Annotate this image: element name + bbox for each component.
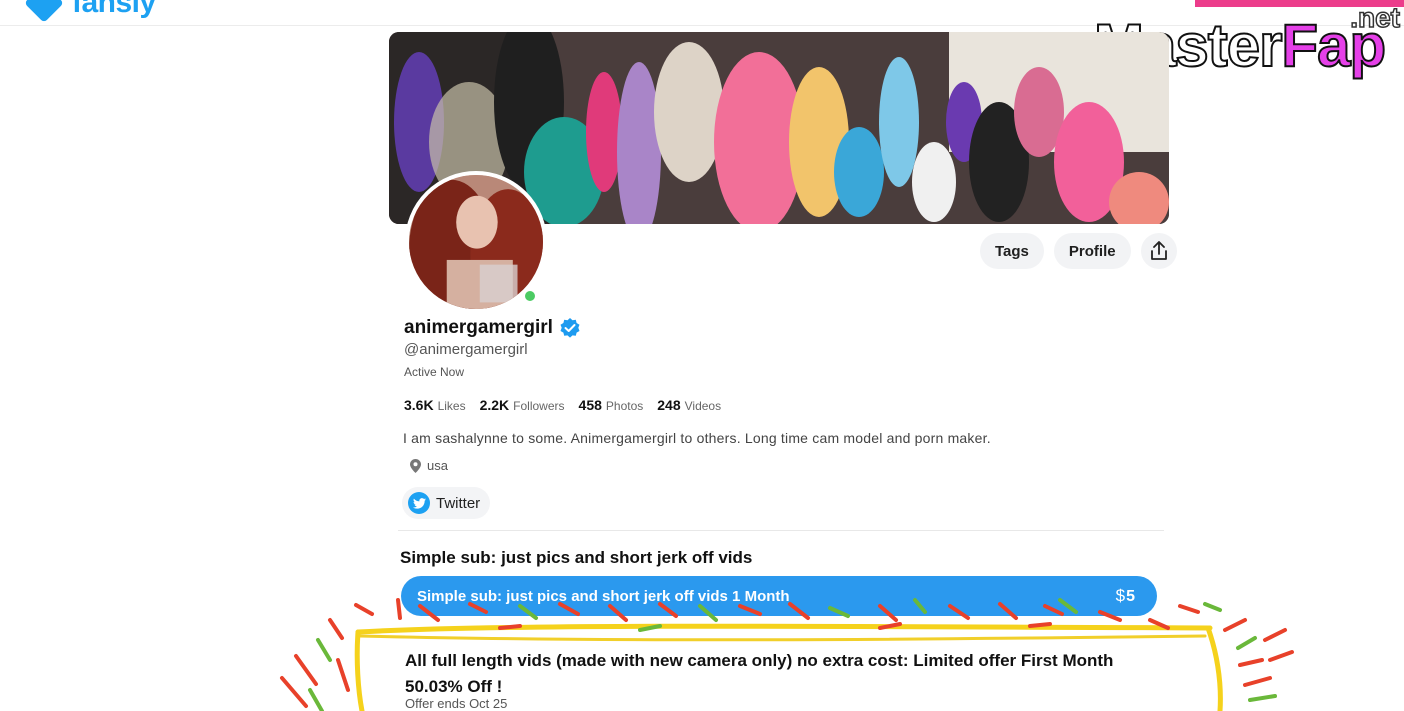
subscription-tier-title: Simple sub: just pics and short jerk off…: [400, 548, 753, 567]
username-handle: @animergamergirl: [404, 341, 528, 358]
avatar-image: [409, 175, 543, 309]
location-pin-icon: [410, 458, 421, 473]
subscribe-plan-button[interactable]: Simple sub: just pics and short jerk off…: [401, 576, 1157, 616]
online-status-dot: [522, 288, 538, 304]
site-logo[interactable]: fansly: [24, 0, 156, 23]
twitter-label: Twitter: [436, 494, 481, 512]
logo-text: fansly: [72, 0, 156, 19]
share-icon: [1150, 241, 1167, 260]
stat-followers[interactable]: 2.2K Followers: [480, 397, 565, 415]
verified-badge-icon: [560, 318, 580, 338]
twitter-bird-icon: [408, 492, 430, 514]
location-text: usa: [427, 458, 448, 473]
location-row: usa: [410, 458, 448, 473]
plan-price: $5: [1115, 586, 1135, 605]
twitter-link[interactable]: Twitter: [402, 487, 491, 519]
offer-ends: Offer ends Oct 25: [405, 696, 508, 711]
stat-photos[interactable]: 458 Photos: [579, 397, 644, 415]
profile-actions: Tags Profile: [980, 233, 1177, 269]
logo-diamond-icon: [24, 0, 64, 23]
offer-title: All full length vids (made with new came…: [405, 651, 1114, 696]
profile-stats: 3.6K Likes 2.2K Followers 458 Photos 248 Vid…: [404, 397, 721, 415]
tags-button[interactable]: Tags: [980, 233, 1044, 269]
section-divider: [398, 530, 1164, 531]
profile-button[interactable]: Profile: [1053, 233, 1131, 269]
display-name-row: animergamergirl: [404, 317, 581, 339]
active-status: Active Now: [404, 365, 465, 379]
profile-bio: I am sashalynne to some. Animergamergirl…: [403, 430, 991, 446]
stat-likes: 3.6K Likes: [404, 397, 466, 413]
display-name: animergamergirl: [404, 317, 553, 338]
plan-label: Simple sub: just pics and short jerk off…: [417, 587, 790, 605]
share-button[interactable]: [1140, 233, 1177, 269]
stat-videos[interactable]: 248 Videos: [657, 397, 721, 415]
